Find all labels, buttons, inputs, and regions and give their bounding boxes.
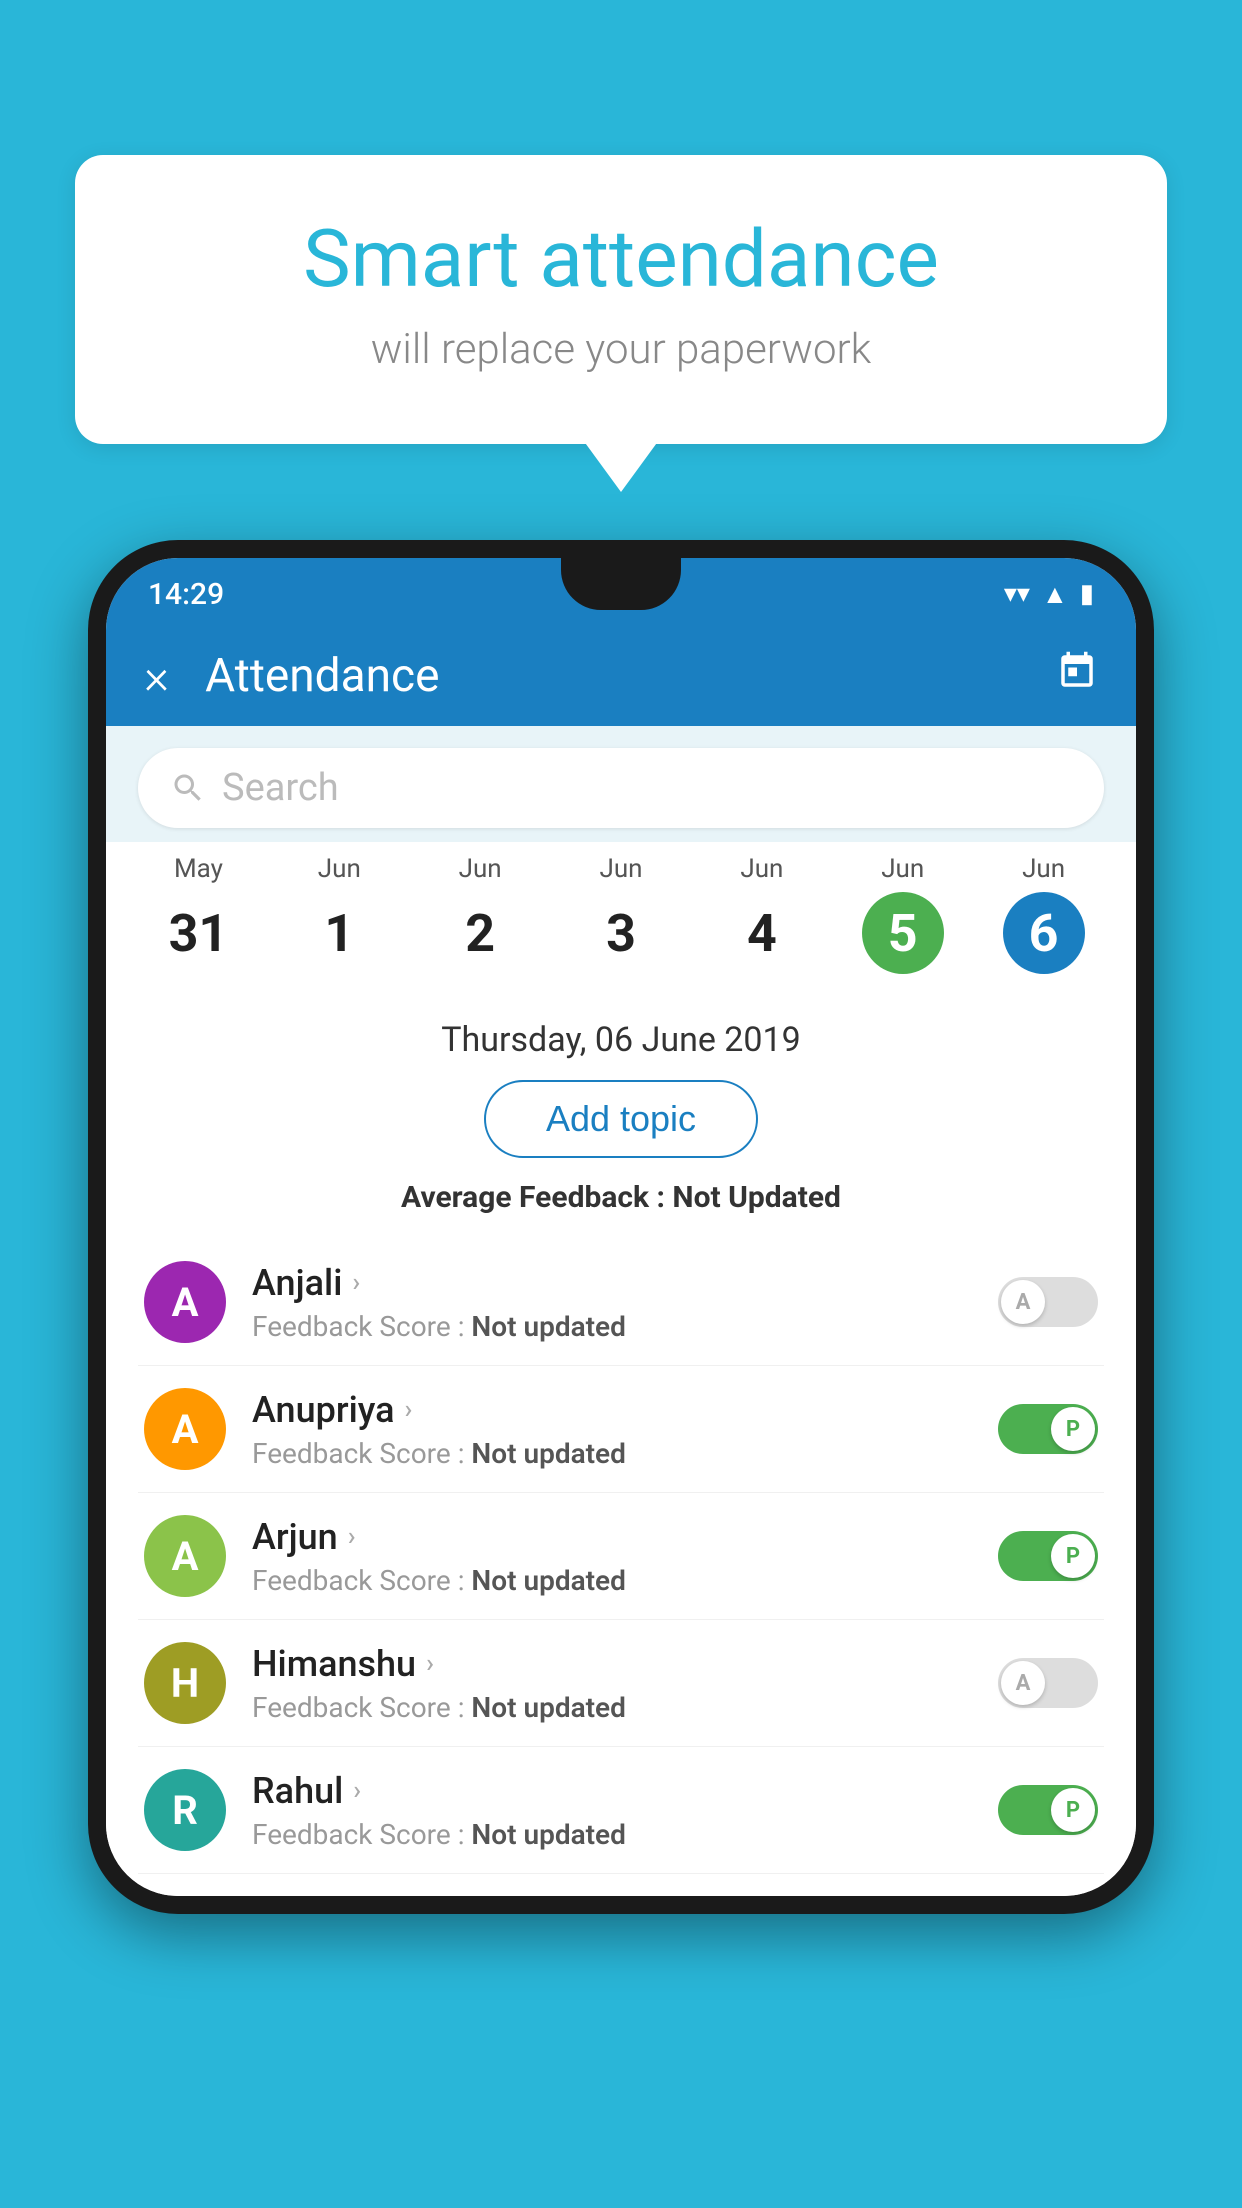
add-topic-button[interactable]: Add topic bbox=[484, 1080, 758, 1158]
status-icons: ▾▾ ▲ ▮ bbox=[1004, 579, 1094, 610]
date-number: 2 bbox=[439, 892, 521, 974]
speech-bubble-subtitle: will replace your paperwork bbox=[155, 325, 1087, 374]
student-feedback: Feedback Score : Not updated bbox=[252, 1310, 972, 1343]
close-button[interactable]: × bbox=[144, 648, 169, 705]
battery-icon: ▮ bbox=[1080, 579, 1094, 609]
date-number: 3 bbox=[580, 892, 662, 974]
toggle-switch[interactable]: A bbox=[998, 1277, 1098, 1327]
student-name: Arjun › bbox=[252, 1516, 972, 1558]
student-feedback: Feedback Score : Not updated bbox=[252, 1437, 972, 1470]
student-item-2[interactable]: A Arjun › Feedback Score : Not updated P bbox=[138, 1493, 1104, 1620]
date-cell-0[interactable]: May 31 bbox=[128, 854, 269, 974]
search-icon bbox=[170, 770, 206, 806]
date-number: 1 bbox=[298, 892, 380, 974]
signal-icon: ▲ bbox=[1042, 579, 1068, 610]
feedback-value: Not updated bbox=[471, 1437, 625, 1470]
chevron-right-icon: › bbox=[353, 1776, 361, 1806]
student-name: Rahul › bbox=[252, 1770, 972, 1812]
toggle-knob: P bbox=[1051, 1407, 1095, 1451]
date-month: May bbox=[128, 854, 269, 884]
speech-bubble: Smart attendance will replace your paper… bbox=[75, 155, 1167, 444]
search-placeholder: Search bbox=[222, 766, 339, 810]
date-month: Jun bbox=[973, 854, 1114, 884]
feedback-value: Not updated bbox=[471, 1691, 625, 1724]
toggle-knob: A bbox=[1001, 1661, 1045, 1705]
student-info: Rahul › Feedback Score : Not updated bbox=[252, 1770, 972, 1851]
toggle-switch[interactable]: P bbox=[998, 1404, 1098, 1454]
calendar-icon[interactable] bbox=[1056, 650, 1098, 702]
attendance-toggle[interactable]: P bbox=[998, 1531, 1098, 1581]
toggle-switch[interactable]: P bbox=[998, 1785, 1098, 1835]
student-item-1[interactable]: A Anupriya › Feedback Score : Not updated P bbox=[138, 1366, 1104, 1493]
student-info: Anupriya › Feedback Score : Not updated bbox=[252, 1389, 972, 1470]
chevron-right-icon: › bbox=[348, 1522, 356, 1552]
date-number: 6 bbox=[1003, 892, 1085, 974]
toggle-knob: A bbox=[1001, 1280, 1045, 1324]
student-avatar: H bbox=[144, 1642, 226, 1724]
student-info: Arjun › Feedback Score : Not updated bbox=[252, 1516, 972, 1597]
feedback-value: Not updated bbox=[471, 1564, 625, 1597]
toggle-knob: P bbox=[1051, 1534, 1095, 1578]
toggle-knob: P bbox=[1051, 1788, 1095, 1832]
date-cell-3[interactable]: Jun 3 bbox=[551, 854, 692, 974]
attendance-toggle[interactable]: P bbox=[998, 1785, 1098, 1835]
search-bar-container: Search bbox=[106, 726, 1136, 842]
date-month: Jun bbox=[269, 854, 410, 884]
date-number: 4 bbox=[721, 892, 803, 974]
student-list: AAnjali ›Feedback Score : Not updatedAAA… bbox=[138, 1239, 1104, 1874]
student-name: Anupriya › bbox=[252, 1389, 972, 1431]
student-feedback: Feedback Score : Not updated bbox=[252, 1564, 972, 1597]
feedback-value: Not updated bbox=[471, 1310, 625, 1343]
status-time: 14:29 bbox=[148, 577, 224, 612]
student-name: Himanshu › bbox=[252, 1643, 972, 1685]
chevron-right-icon: › bbox=[426, 1649, 434, 1679]
wifi-icon: ▾▾ bbox=[1004, 579, 1030, 609]
date-month: Jun bbox=[832, 854, 973, 884]
date-cell-4[interactable]: Jun 4 bbox=[691, 854, 832, 974]
student-item-3[interactable]: H Himanshu › Feedback Score : Not updated A bbox=[138, 1620, 1104, 1747]
student-item-4[interactable]: R Rahul › Feedback Score : Not updated P bbox=[138, 1747, 1104, 1874]
chevron-right-icon: › bbox=[352, 1268, 360, 1298]
app-bar-title: Attendance bbox=[205, 649, 1056, 703]
phone-notch bbox=[561, 558, 681, 610]
student-info: Anjali › Feedback Score : Not updated bbox=[252, 1262, 972, 1343]
search-bar[interactable]: Search bbox=[138, 748, 1104, 828]
feedback-value: Not updated bbox=[471, 1818, 625, 1851]
student-avatar: A bbox=[144, 1388, 226, 1470]
toggle-switch[interactable]: P bbox=[998, 1531, 1098, 1581]
date-cell-2[interactable]: Jun 2 bbox=[410, 854, 551, 974]
student-avatar: A bbox=[144, 1515, 226, 1597]
selected-date-label: Thursday, 06 June 2019 bbox=[138, 1020, 1104, 1060]
attendance-toggle[interactable]: A bbox=[998, 1277, 1098, 1327]
student-name: Anjali › bbox=[252, 1262, 972, 1304]
phone-mockup: 14:29 ▾▾ ▲ ▮ × Attendance bbox=[88, 540, 1154, 2208]
date-cell-1[interactable]: Jun 1 bbox=[269, 854, 410, 974]
student-info: Himanshu › Feedback Score : Not updated bbox=[252, 1643, 972, 1724]
toggle-switch[interactable]: A bbox=[998, 1658, 1098, 1708]
date-cell-6[interactable]: Jun 6 bbox=[973, 854, 1114, 974]
app-bar: × Attendance bbox=[106, 626, 1136, 726]
main-content: Thursday, 06 June 2019 Add topic Average… bbox=[106, 998, 1136, 1896]
date-cell-5[interactable]: Jun 5 bbox=[832, 854, 973, 974]
student-feedback: Feedback Score : Not updated bbox=[252, 1818, 972, 1851]
student-feedback: Feedback Score : Not updated bbox=[252, 1691, 972, 1724]
date-scroller: May 31 Jun 1 Jun 2 Jun 3 Jun 4 Jun 5 Jun 6 bbox=[106, 842, 1136, 998]
avg-feedback: Average Feedback : Not Updated bbox=[138, 1180, 1104, 1215]
chevron-right-icon: › bbox=[405, 1395, 413, 1425]
date-number: 31 bbox=[157, 892, 239, 974]
attendance-toggle[interactable]: A bbox=[998, 1658, 1098, 1708]
date-number: 5 bbox=[862, 892, 944, 974]
attendance-toggle[interactable]: P bbox=[998, 1404, 1098, 1454]
avg-feedback-value: Not Updated bbox=[672, 1180, 841, 1215]
date-month: Jun bbox=[410, 854, 551, 884]
student-avatar: A bbox=[144, 1261, 226, 1343]
speech-bubble-title: Smart attendance bbox=[155, 215, 1087, 303]
date-month: Jun bbox=[551, 854, 692, 884]
student-avatar: R bbox=[144, 1769, 226, 1851]
avg-feedback-label: Average Feedback : bbox=[401, 1180, 665, 1215]
date-month: Jun bbox=[691, 854, 832, 884]
student-item-0[interactable]: A Anjali › Feedback Score : Not updated A bbox=[138, 1239, 1104, 1366]
